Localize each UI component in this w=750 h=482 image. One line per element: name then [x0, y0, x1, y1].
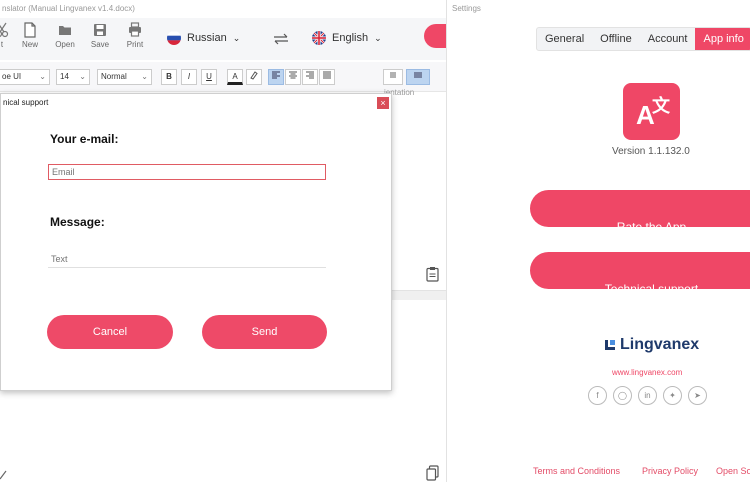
linkedin-icon[interactable]: in: [638, 386, 657, 405]
target-language-label: English: [332, 32, 369, 44]
social-links: f ◯ in ✦ ➤: [588, 386, 707, 405]
copy-icon[interactable]: [426, 465, 439, 481]
translate-button[interactable]: [424, 24, 446, 48]
justify-icon: [323, 71, 331, 79]
save-label: Save: [90, 40, 110, 49]
printer-icon: [129, 22, 141, 37]
privacy-link[interactable]: Privacy Policy: [642, 466, 698, 476]
chevron-down-icon: ⌄: [141, 72, 148, 81]
save-button[interactable]: Save: [86, 22, 114, 49]
rate-app-label: Rate the App: [616, 219, 687, 234]
align-right-button[interactable]: [302, 69, 318, 85]
brand-name: Lingvanex: [620, 336, 700, 353]
font-color-button[interactable]: A: [227, 69, 243, 85]
new-document-icon: [24, 22, 36, 38]
tab-account[interactable]: Account: [640, 28, 696, 50]
settings-window-title: Settings: [452, 4, 481, 13]
translate-icon: A 文: [636, 95, 671, 130]
underline-button[interactable]: U: [201, 69, 217, 85]
lines-icon: [390, 72, 396, 78]
technical-support-label: Technical support: [604, 281, 699, 296]
russia-flag-icon: [167, 31, 181, 45]
email-field[interactable]: [48, 164, 326, 180]
save-icon: [94, 24, 106, 36]
align-center-icon: [289, 71, 297, 79]
close-icon: ×: [380, 98, 386, 108]
tab-app-info[interactable]: App info: [695, 28, 750, 50]
align-right-icon: [306, 71, 314, 79]
instagram-icon[interactable]: ◯: [613, 386, 632, 405]
send-button[interactable]: Send: [202, 315, 327, 349]
cut-label: t: [0, 40, 4, 49]
highlighter-icon: [250, 71, 258, 80]
font-size-value: 14: [60, 72, 69, 81]
formatting-toolbar: oe UI ⌄ 14 ⌄ Normal ⌄ B I U A: [0, 62, 446, 92]
translator-window-title: nslator (Manual Lingvanex v1.4.docx): [2, 4, 135, 13]
uk-flag-icon: [312, 31, 326, 45]
portrait-orientation-button[interactable]: [383, 69, 403, 85]
highlight-button[interactable]: [246, 69, 262, 85]
cancel-button[interactable]: Cancel: [47, 315, 173, 349]
rate-app-button[interactable]: Rate the App: [530, 190, 750, 234]
technical-support-dialog: nical support × Your e-mail: Message: Ca…: [0, 93, 392, 391]
open-label: Open: [55, 40, 75, 49]
main-toolbar: t New Open Save Print Russian ⌄ English …: [0, 18, 446, 60]
align-left-icon: [272, 71, 280, 79]
target-language-select[interactable]: English ⌄: [312, 31, 382, 45]
tab-offline[interactable]: Offline: [592, 28, 640, 50]
telegram-icon[interactable]: ➤: [688, 386, 707, 405]
dialog-title: nical support: [3, 98, 49, 107]
tab-general[interactable]: General: [537, 28, 592, 50]
print-button[interactable]: Print: [121, 22, 149, 49]
close-button[interactable]: ×: [377, 97, 389, 109]
new-button[interactable]: New: [16, 22, 44, 49]
justify-button[interactable]: [319, 69, 335, 85]
source-language-select[interactable]: Russian ⌄: [167, 31, 240, 45]
twitter-icon[interactable]: ✦: [663, 386, 682, 405]
svg-text:文: 文: [652, 95, 671, 116]
folder-icon: [59, 26, 71, 35]
landscape-orientation-button[interactable]: [406, 69, 430, 85]
window-divider: [446, 0, 447, 482]
app-version: Version 1.1.132.0: [612, 146, 690, 157]
translator-window: nslator (Manual Lingvanex v1.4.docx) t N…: [0, 0, 446, 482]
cut-button[interactable]: t: [0, 22, 16, 49]
font-family-select[interactable]: oe UI ⌄: [0, 69, 50, 85]
bold-button[interactable]: B: [161, 69, 177, 85]
facebook-icon[interactable]: f: [588, 386, 607, 405]
open-button[interactable]: Open: [51, 22, 79, 49]
website-link[interactable]: www.lingvanex.com: [612, 368, 682, 377]
italic-button[interactable]: I: [181, 69, 197, 85]
brand-logo: Lingvanex: [604, 335, 699, 355]
message-field[interactable]: [48, 250, 326, 268]
align-center-button[interactable]: [285, 69, 301, 85]
print-label: Print: [126, 40, 144, 49]
chevron-down-icon: ⌄: [374, 32, 382, 43]
lines-icon: [414, 72, 422, 78]
new-label: New: [21, 40, 38, 49]
cut-icon: [0, 22, 9, 38]
email-label: Your e-mail:: [50, 132, 119, 146]
message-label: Message:: [50, 215, 105, 229]
font-size-select[interactable]: 14 ⌄: [56, 69, 90, 85]
copy-icon[interactable]: [426, 266, 439, 282]
source-language-label: Russian: [187, 32, 227, 44]
chevron-down-icon: ⌄: [232, 32, 241, 43]
settings-tabs: General Offline Account App info: [536, 27, 750, 51]
open-source-link[interactable]: Open So: [716, 466, 750, 476]
font-family-value: oe UI: [2, 72, 22, 81]
swap-languages-icon[interactable]: [272, 32, 290, 48]
pencil-icon[interactable]: [0, 467, 8, 480]
chevron-down-icon: ⌄: [79, 72, 86, 81]
technical-support-button[interactable]: Technical support: [530, 252, 750, 296]
app-logo: A 文: [623, 83, 680, 140]
terms-link[interactable]: Terms and Conditions: [533, 466, 620, 476]
chevron-down-icon: ⌄: [39, 72, 46, 81]
paragraph-style-value: Normal: [101, 72, 127, 81]
align-left-button[interactable]: [268, 69, 284, 85]
lingvanex-logo-icon: [605, 340, 615, 350]
paragraph-style-select[interactable]: Normal ⌄: [97, 69, 152, 85]
